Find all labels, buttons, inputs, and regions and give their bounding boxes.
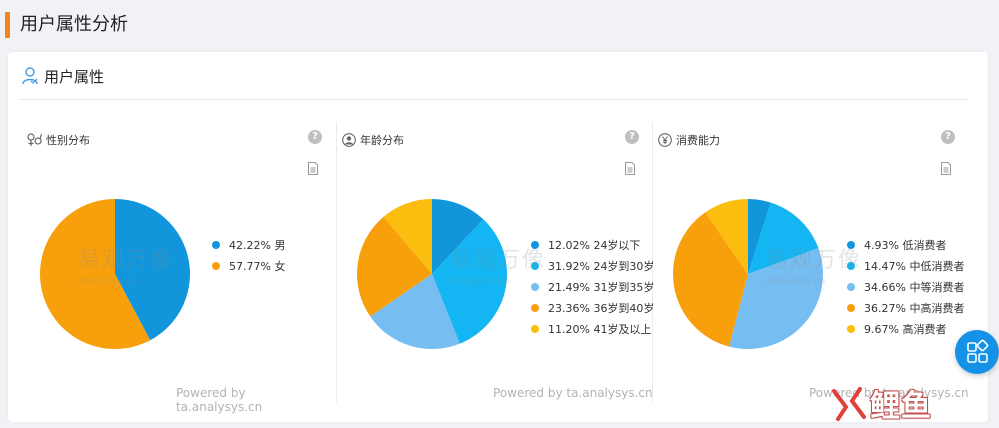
powered-by-text: Powered by ta.analysys.cn <box>176 386 263 414</box>
divider <box>20 99 968 100</box>
legend-label: 31.92% 24岁到30岁 <box>548 259 655 273</box>
legend-label: 23.36% 36岁到40岁 <box>548 301 655 315</box>
legend-item[interactable]: 11.20% 41岁及以上 <box>531 318 654 339</box>
legend-item[interactable]: 9.67% 高消费者 <box>847 318 964 339</box>
legend-label: 42.22% 男 <box>229 238 286 252</box>
card-header: 用户属性 <box>22 62 104 90</box>
person-icon <box>342 133 356 147</box>
help-icon[interactable]: ? <box>941 130 955 144</box>
legend-item[interactable]: 31.92% 24岁到30岁 <box>531 255 654 276</box>
document-icon[interactable] <box>625 162 635 175</box>
legend-dot <box>847 261 855 270</box>
legend-dot <box>847 282 855 291</box>
panel-consumption: 消费能力 ? 4.93% 低消费者 14.47% 中低消费者 34.66% 中等消费… <box>654 118 969 408</box>
powered-by-text: Powered by ta.analysys.cn <box>493 386 653 400</box>
legend-label: 36.27% 中高消费者 <box>864 301 965 315</box>
header-accent-bar <box>5 12 10 38</box>
legend-dot <box>531 240 539 249</box>
panel-age: 年龄分布 ? 12.02% 24岁以下 31.92% 24岁到30岁 21.49% … <box>338 118 654 408</box>
page-header: 用户属性分析 <box>0 0 999 50</box>
legend-dot <box>531 324 539 333</box>
legend-dot <box>531 282 539 291</box>
legend-dot <box>531 303 539 312</box>
legend-item[interactable]: 14.47% 中低消费者 <box>847 255 964 276</box>
panel-title-row: 性别分布 <box>26 132 90 148</box>
brand-logo: 鲤鱼 <box>830 383 932 424</box>
legend-item[interactable]: 21.49% 31岁到35岁 <box>531 276 654 297</box>
legend-label: 9.67% 高消费者 <box>864 322 947 336</box>
legend-label: 21.49% 31岁到35岁 <box>548 280 655 294</box>
grid-icon <box>967 339 989 363</box>
card-title: 用户属性 <box>44 67 105 86</box>
panel-separator <box>336 122 337 402</box>
legend-item[interactable]: 42.22% 男 <box>212 234 285 255</box>
yen-icon <box>658 133 672 147</box>
age-pie-chart <box>357 199 507 349</box>
document-icon[interactable] <box>941 162 951 175</box>
panel-title: 性别分布 <box>46 134 90 147</box>
help-icon[interactable]: ? <box>308 130 322 144</box>
document-icon[interactable] <box>308 162 318 175</box>
panel-title: 消费能力 <box>676 134 720 147</box>
legend-dot <box>531 261 539 270</box>
legend-item[interactable]: 23.36% 36岁到40岁 <box>531 297 654 318</box>
consumption-pie-chart <box>673 199 823 349</box>
user-attribute-card: 用户属性 性别分布 ? 42.22% 男 57.77% 女 Powered by … <box>8 52 988 422</box>
brand-text: 鲤鱼 <box>870 389 932 424</box>
legend-item[interactable]: 36.27% 中高消费者 <box>847 297 964 318</box>
legend-label: 11.20% 41岁及以上 <box>548 322 652 336</box>
legend-dot <box>847 324 855 333</box>
help-icon[interactable]: ? <box>625 130 639 144</box>
gender-legend: 42.22% 男 57.77% 女 <box>212 234 285 276</box>
legend-dot <box>212 261 220 270</box>
logo-mark-icon <box>832 387 866 421</box>
legend-item[interactable]: 4.93% 低消费者 <box>847 234 964 255</box>
user-icon <box>22 67 38 85</box>
legend-dot <box>212 240 220 249</box>
legend-dot <box>847 240 855 249</box>
consumption-legend: 4.93% 低消费者 14.47% 中低消费者 34.66% 中等消费者 36.27%… <box>847 234 964 339</box>
panel-title-row: 年龄分布 <box>342 132 404 148</box>
page-title: 用户属性分析 <box>20 14 128 35</box>
legend-item[interactable]: 12.02% 24岁以下 <box>531 234 654 255</box>
gender-icon <box>27 133 42 146</box>
legend-label: 12.02% 24岁以下 <box>548 238 641 252</box>
legend-label: 14.47% 中低消费者 <box>864 259 965 273</box>
legend-item[interactable]: 57.77% 女 <box>212 255 285 276</box>
panel-title: 年龄分布 <box>360 134 404 147</box>
legend-label: 57.77% 女 <box>229 259 286 273</box>
floating-menu-button[interactable] <box>955 330 999 374</box>
legend-label: 34.66% 中等消费者 <box>864 280 965 294</box>
gender-pie-chart <box>40 199 191 349</box>
legend-dot <box>847 303 855 312</box>
panel-gender: 性别分布 ? 42.22% 男 57.77% 女 Powered by ta.an… <box>10 118 325 414</box>
legend-label: 4.93% 低消费者 <box>864 238 947 252</box>
age-legend: 12.02% 24岁以下 31.92% 24岁到30岁 21.49% 31岁到35岁… <box>531 234 654 339</box>
legend-item[interactable]: 34.66% 中等消费者 <box>847 276 964 297</box>
panel-title-row: 消费能力 <box>658 132 720 148</box>
